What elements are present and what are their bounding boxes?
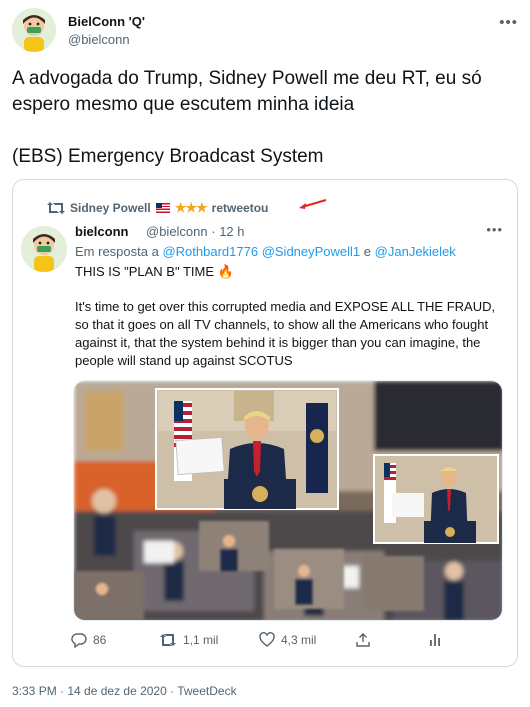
reply-count: 86 bbox=[93, 633, 107, 647]
tweet-header: BielConn 'Q' @bielconn ••• bbox=[12, 8, 518, 54]
retweet-count: 1,1 mil bbox=[183, 633, 219, 647]
like-icon bbox=[259, 632, 275, 647]
secondary-photo bbox=[373, 454, 499, 544]
share-button[interactable] bbox=[355, 632, 371, 648]
mention-link[interactable]: @SidneyPowell1 bbox=[262, 244, 360, 259]
tweet-text-line1: A advogada do Trump, Sidney Powell me de… bbox=[12, 68, 487, 115]
reply-and: e bbox=[363, 244, 372, 259]
action-bar: 86 1,1 mil 4,3 mil bbox=[71, 632, 491, 650]
quoted-avatar-illustration bbox=[21, 226, 67, 272]
quoted-author-avatar[interactable] bbox=[21, 226, 67, 272]
more-icon[interactable]: ••• bbox=[499, 14, 518, 31]
retweet-action-icon bbox=[160, 634, 176, 646]
quoted-tweet-title: THIS IS "PLAN B" TIME 🔥 bbox=[75, 264, 234, 279]
retweet-context: Sidney Powell ★★★ retweetou bbox=[47, 200, 268, 216]
avatar-illustration bbox=[12, 8, 56, 52]
retweeted-by-name[interactable]: Sidney Powell bbox=[70, 201, 151, 215]
quoted-author-handle-and-time: @bielconn · 12 h bbox=[146, 224, 245, 239]
like-count: 4,3 mil bbox=[281, 633, 317, 647]
quoted-tweet-time: · 12 h bbox=[211, 224, 245, 239]
star-icon: ★★★ bbox=[174, 200, 208, 215]
retweet-icon bbox=[47, 201, 65, 215]
retweet-label: retweetou bbox=[211, 201, 269, 215]
reply-prefix: Em resposta a bbox=[75, 244, 159, 259]
reply-context: Em resposta a @Rothbard1776 @SidneyPowel… bbox=[75, 244, 456, 259]
analytics-icon bbox=[430, 634, 440, 646]
author-name[interactable]: BielConn 'Q' bbox=[68, 14, 145, 29]
author-handle[interactable]: @bielconn bbox=[68, 32, 130, 47]
quoted-author-handle[interactable]: @bielconn bbox=[146, 224, 208, 239]
reply-icon bbox=[71, 633, 87, 648]
collage-image bbox=[74, 381, 502, 620]
main-photo bbox=[155, 388, 339, 510]
quoted-author-name[interactable]: bielconn bbox=[75, 224, 128, 239]
mention-link[interactable]: @JanJekielek bbox=[375, 244, 456, 259]
mention-link[interactable]: @Rothbard1776 bbox=[162, 244, 258, 259]
tweet-timestamp[interactable]: 3:33 PM · 14 de dez de 2020 · TweetDeck bbox=[12, 684, 237, 698]
reply-button[interactable]: 86 bbox=[71, 632, 106, 648]
quoted-tweet-body: It's time to get over this corrupted med… bbox=[75, 299, 496, 368]
tweet-image[interactable] bbox=[73, 380, 503, 621]
retweet-button[interactable]: 1,1 mil bbox=[159, 632, 218, 648]
tweet-text-line2: (EBS) Emergency Broadcast System bbox=[12, 146, 324, 167]
red-arrow-annotation bbox=[299, 199, 327, 209]
analytics-button[interactable] bbox=[427, 632, 443, 648]
quoted-tweet-card[interactable]: Sidney Powell ★★★ retweetou bielconn @bi… bbox=[12, 179, 518, 667]
tweet-text: A advogada do Trump, Sidney Powell me de… bbox=[12, 66, 518, 170]
author-avatar[interactable] bbox=[12, 8, 56, 52]
like-button[interactable]: 4,3 mil bbox=[259, 632, 316, 648]
share-icon bbox=[356, 633, 370, 647]
quoted-more-icon[interactable]: ••• bbox=[486, 222, 503, 237]
us-flag-icon bbox=[155, 203, 170, 213]
